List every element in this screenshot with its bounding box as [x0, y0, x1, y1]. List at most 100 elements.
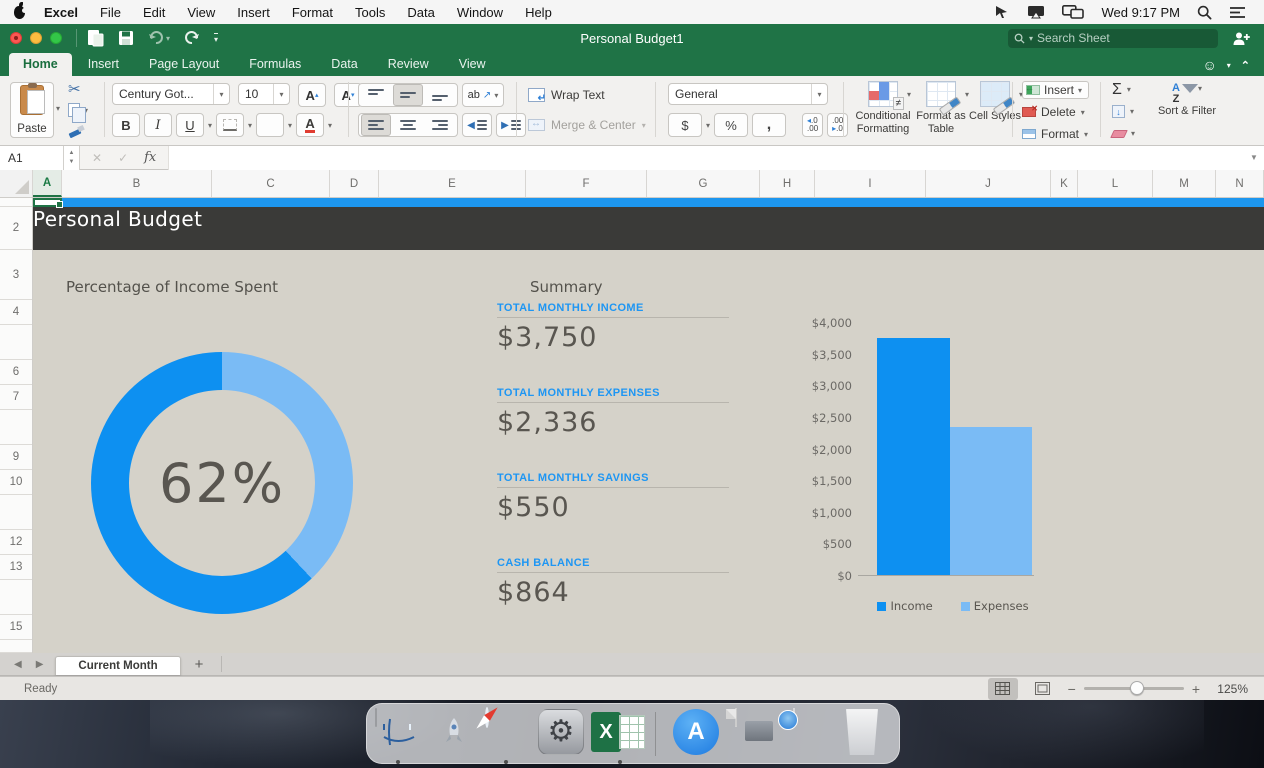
- column-header-C[interactable]: C: [212, 170, 330, 197]
- format-cells-button[interactable]: Format▾: [1018, 124, 1093, 144]
- row-header-10[interactable]: 10: [0, 470, 32, 495]
- column-header-G[interactable]: G: [647, 170, 760, 197]
- donut-chart[interactable]: 62%: [91, 352, 353, 614]
- wrap-text-button[interactable]: Wrap Text: [528, 88, 605, 102]
- remote-cursor-icon[interactable]: [994, 5, 1010, 19]
- underline-caret[interactable]: ▾: [208, 121, 212, 130]
- decrease-decimal-button[interactable]: .00▸.0: [827, 113, 848, 137]
- menu-format[interactable]: Format: [281, 5, 344, 20]
- redo-button[interactable]: [184, 31, 200, 45]
- select-all-corner[interactable]: [0, 170, 33, 197]
- summary-item-3[interactable]: TOTAL MONTHLY SAVINGS$550: [497, 472, 729, 557]
- new-workbook-button[interactable]: [87, 29, 104, 47]
- column-header-N[interactable]: N: [1216, 170, 1264, 197]
- summary-item-4[interactable]: CASH BALANCE$864: [497, 557, 729, 642]
- increase-font-button[interactable]: A▴: [298, 83, 326, 107]
- next-sheet-button[interactable]: ▶: [36, 659, 44, 670]
- bar-expenses[interactable]: [950, 427, 1032, 575]
- menu-bar-clock[interactable]: Wed 9:17 PM: [1101, 5, 1180, 20]
- webloc-document-dock-icon[interactable]: [793, 708, 795, 727]
- menu-help[interactable]: Help: [514, 5, 563, 20]
- row-header-r1[interactable]: [0, 198, 32, 207]
- increase-indent-button[interactable]: ▶: [496, 113, 526, 137]
- insert-cells-button[interactable]: Insert▾: [1018, 80, 1093, 100]
- worksheet[interactable]: Personal Budget Percentage of Income Spe…: [0, 198, 1264, 653]
- align-right-button[interactable]: [425, 114, 455, 136]
- merge-center-button[interactable]: Merge & Center▾: [528, 118, 646, 132]
- customize-toolbar-button[interactable]: ▾: [214, 33, 218, 44]
- displays-icon[interactable]: [1062, 5, 1084, 19]
- expand-formula-bar-button[interactable]: ▼: [1244, 146, 1264, 170]
- ribbon-tab-formulas[interactable]: Formulas: [235, 53, 315, 76]
- summary-item-2[interactable]: TOTAL MONTHLY EXPENSES$2,336: [497, 387, 729, 472]
- menu-edit[interactable]: Edit: [132, 5, 176, 20]
- menu-data[interactable]: Data: [396, 5, 445, 20]
- align-bottom-button[interactable]: [425, 84, 455, 106]
- cancel-entry-button[interactable]: ✕: [92, 151, 102, 165]
- spotlight-search-icon[interactable]: [1197, 5, 1212, 20]
- row-header-r8[interactable]: [0, 410, 32, 445]
- menu-excel[interactable]: Excel: [33, 5, 89, 20]
- percent-button[interactable]: %: [714, 113, 748, 137]
- summary-item-1[interactable]: TOTAL MONTHLY INCOME$3,750: [497, 302, 729, 387]
- column-header-E[interactable]: E: [379, 170, 526, 197]
- excel-dock-icon[interactable]: X: [591, 709, 649, 755]
- save-button[interactable]: [118, 30, 134, 46]
- row-header-4[interactable]: 4: [0, 300, 32, 325]
- comma-style-button[interactable]: ,: [752, 113, 786, 137]
- column-header-D[interactable]: D: [330, 170, 379, 197]
- system-preferences-dock-icon[interactable]: ⚙: [538, 709, 584, 755]
- undo-caret[interactable]: ▾: [166, 34, 170, 43]
- paste-caret[interactable]: ▾: [56, 104, 60, 113]
- bar-income[interactable]: [877, 338, 950, 575]
- currency-button[interactable]: $: [668, 113, 702, 137]
- fill-color-button[interactable]: [256, 113, 284, 137]
- menu-file[interactable]: File: [89, 5, 132, 20]
- page-layout-view-button[interactable]: [1028, 678, 1058, 700]
- row-header-6[interactable]: 6: [0, 360, 32, 385]
- font-name-combo[interactable]: Century Got...▾: [112, 83, 230, 105]
- ribbon-tab-data[interactable]: Data: [317, 53, 371, 76]
- bar-chart[interactable]: $0$500$1,000$1,500$2,000$2,500$3,000$3,5…: [762, 315, 1048, 625]
- align-top-button[interactable]: [361, 84, 391, 106]
- normal-view-button[interactable]: [988, 678, 1018, 700]
- bold-button[interactable]: B: [112, 113, 140, 137]
- row-header-r16[interactable]: [0, 640, 32, 653]
- zoom-out-button[interactable]: −: [1068, 681, 1076, 697]
- fill-button[interactable]: ↓▾: [1112, 102, 1135, 121]
- menu-insert[interactable]: Insert: [226, 5, 281, 20]
- undo-button[interactable]: ▾: [148, 31, 170, 45]
- underline-button[interactable]: U: [176, 113, 204, 137]
- ribbon-tab-insert[interactable]: Insert: [74, 53, 133, 76]
- notification-center-icon[interactable]: [1229, 6, 1246, 19]
- column-header-H[interactable]: H: [760, 170, 815, 197]
- legend-item-expenses[interactable]: Expenses: [961, 599, 1029, 613]
- column-header-M[interactable]: M: [1153, 170, 1216, 197]
- borders-button[interactable]: [216, 113, 244, 137]
- sort-filter-button[interactable]: AZ▾ Sort & Filter: [1152, 82, 1222, 118]
- column-header-K[interactable]: K: [1051, 170, 1078, 197]
- confirm-entry-button[interactable]: ✓: [118, 151, 128, 165]
- feedback-smiley-icon[interactable]: ☺: [1202, 58, 1216, 72]
- ribbon-tab-home[interactable]: Home: [9, 53, 72, 76]
- currency-caret[interactable]: ▾: [706, 121, 710, 130]
- menu-view[interactable]: View: [176, 5, 226, 20]
- increase-decimal-button[interactable]: ◂.0.00: [802, 113, 823, 137]
- font-color-button[interactable]: A: [296, 113, 324, 137]
- format-painter-button[interactable]: [68, 122, 88, 140]
- minimize-window-button[interactable]: [30, 32, 42, 44]
- align-middle-button[interactable]: [393, 84, 423, 106]
- disk-image-document-dock-icon[interactable]: [735, 708, 737, 727]
- zoom-slider-track[interactable]: [1084, 687, 1184, 690]
- row-header-r5[interactable]: [0, 325, 32, 360]
- row-header-13[interactable]: 13: [0, 555, 32, 580]
- name-box[interactable]: A1: [0, 146, 64, 170]
- formula-input[interactable]: [168, 146, 1244, 170]
- finder-dock-icon[interactable]: [375, 708, 377, 727]
- clear-button[interactable]: ▾: [1112, 124, 1135, 143]
- borders-caret[interactable]: ▾: [248, 121, 252, 130]
- active-cell-a1[interactable]: [33, 198, 62, 207]
- trash-dock-icon[interactable]: [843, 709, 881, 755]
- title-banner[interactable]: [33, 207, 1264, 250]
- orientation-button[interactable]: ab↗▾: [462, 83, 504, 107]
